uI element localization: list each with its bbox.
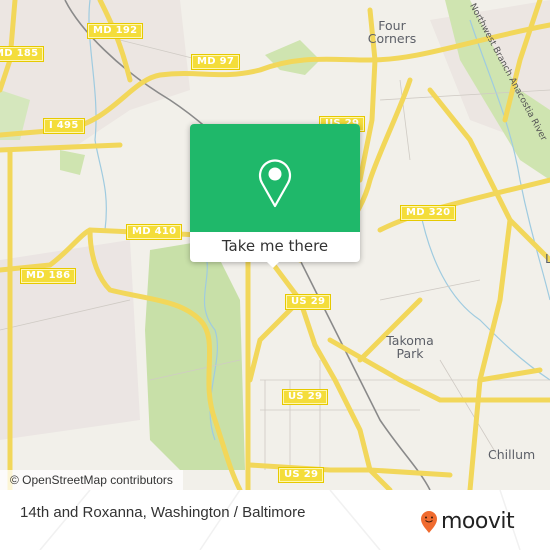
route-shield: US 29 bbox=[282, 389, 329, 405]
footer: 14th and Roxanna, Washington / Baltimore… bbox=[0, 490, 550, 550]
place-label-takoma-park: Takoma Park bbox=[386, 333, 434, 361]
route-shield: MD 186 bbox=[20, 268, 77, 284]
moovit-logo[interactable]: moovit bbox=[420, 509, 515, 534]
place-label-partial: L bbox=[545, 251, 550, 266]
place-label-four-corners: Four Corners bbox=[367, 18, 417, 46]
map-view[interactable]: MD 192 MD 185 MD 97 I 495 US 29 MD 410 M… bbox=[0, 0, 550, 490]
take-me-there-button[interactable]: Take me there bbox=[190, 232, 360, 262]
destination-popup: Take me there bbox=[190, 124, 360, 268]
route-shield: MD 185 bbox=[0, 46, 45, 62]
route-shield: US 29 bbox=[285, 294, 332, 310]
location-pin-icon bbox=[258, 159, 292, 208]
location-title: 14th and Roxanna, Washington / Baltimore bbox=[20, 504, 306, 521]
route-shield: MD 410 bbox=[126, 224, 183, 240]
place-label-chillum: Chillum bbox=[488, 447, 536, 462]
moovit-pin-icon bbox=[421, 511, 437, 533]
moovit-wordmark: moovit bbox=[441, 509, 515, 534]
map-attribution[interactable]: © OpenStreetMap contributors bbox=[0, 470, 183, 490]
route-shield: US 29 bbox=[278, 467, 325, 483]
route-shield: MD 320 bbox=[400, 205, 457, 221]
popup-pointer bbox=[265, 260, 281, 268]
route-shield: MD 192 bbox=[87, 23, 144, 39]
park bbox=[60, 150, 85, 175]
rock-creek-park bbox=[145, 240, 245, 470]
route-shield: I 495 bbox=[43, 118, 85, 134]
route-shield: MD 97 bbox=[191, 54, 241, 70]
